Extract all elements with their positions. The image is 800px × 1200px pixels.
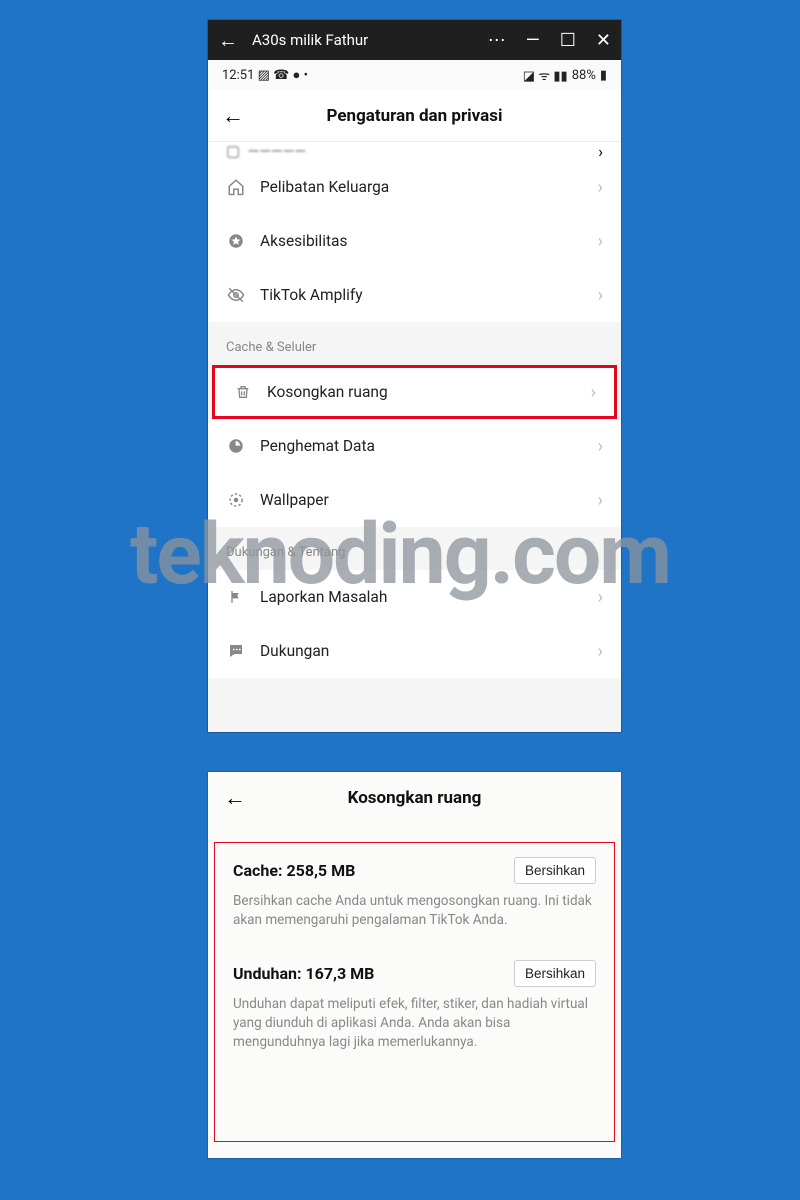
- wallpaper-icon: [226, 490, 246, 510]
- settings-row-partial[interactable]: ▢ ————— ›: [208, 142, 621, 160]
- window-controls: ⋯ — ☐ ✕: [488, 30, 611, 51]
- settings-row-label: Laporkan Masalah: [260, 588, 387, 606]
- settings-scroll[interactable]: ▢ ————— › Pelibatan Keluarga›Aksesibilit…: [208, 142, 621, 732]
- storage-desc: Unduhan dapat meliputi efek, filter, sti…: [233, 995, 596, 1052]
- more-icon[interactable]: ⋯: [488, 30, 506, 51]
- battery-icon: ▮: [600, 68, 607, 83]
- settings-row[interactable]: Laporkan Masalah ›: [208, 570, 621, 624]
- storage-block: Unduhan: 167,3 MB Bersihkan Unduhan dapat …: [233, 960, 596, 1052]
- trash-icon: [233, 382, 253, 402]
- close-icon[interactable]: ✕: [596, 30, 611, 51]
- status-signal-icon: ◪ ᯤ ▮▮: [523, 66, 568, 84]
- status-right: ◪ ᯤ ▮▮ 88% ▮: [523, 66, 607, 84]
- clear-button[interactable]: Bersihkan: [514, 857, 596, 884]
- settings-row-label: Aksesibilitas: [260, 232, 347, 250]
- window-title: A30s milik Fathur: [252, 31, 474, 49]
- status-indicators-icon: ▨ ☎ ● •: [258, 68, 308, 83]
- maximize-icon[interactable]: ☐: [560, 30, 576, 51]
- chevron-right-icon: ›: [598, 490, 603, 511]
- app-header: ← Pengaturan dan privasi: [208, 90, 621, 142]
- chevron-right-icon: ›: [598, 285, 603, 306]
- chat-icon: [226, 641, 246, 661]
- panel-body-highlight: Cache: 258,5 MB Bersihkan Bersihkan cache …: [214, 842, 615, 1142]
- minimize-icon[interactable]: —: [526, 30, 540, 51]
- chevron-right-icon: ›: [598, 436, 603, 457]
- page-title: Pengaturan dan privasi: [222, 106, 607, 126]
- flag-icon: [226, 587, 246, 607]
- settings-row-label: Kosongkan ruang: [267, 383, 388, 401]
- settings-row[interactable]: Kosongkan ruang ›: [212, 365, 617, 419]
- phone-frame: ← A30s milik Fathur ⋯ — ☐ ✕ 12:51 ▨ ☎ ● …: [208, 20, 621, 732]
- data-saver-icon: [226, 436, 246, 456]
- storage-title: Cache: 258,5 MB: [233, 861, 355, 880]
- window-back-icon[interactable]: ←: [218, 28, 238, 53]
- settings-row[interactable]: Wallpaper ›: [208, 473, 621, 527]
- storage-block: Cache: 258,5 MB Bersihkan Bersihkan cache …: [233, 857, 596, 930]
- chevron-right-icon: ›: [591, 382, 596, 403]
- window-titlebar: ← A30s milik Fathur ⋯ — ☐ ✕: [208, 20, 621, 60]
- section-header-cache: Cache & Seluler: [208, 322, 621, 365]
- settings-row[interactable]: TikTok Amplify ›: [208, 268, 621, 322]
- chevron-right-icon: ›: [598, 641, 603, 662]
- settings-row-label: Pelibatan Keluarga: [260, 178, 389, 196]
- chevron-right-icon: ›: [598, 142, 603, 160]
- status-battery: 88%: [572, 68, 596, 83]
- star-icon: [226, 231, 246, 251]
- settings-row-label: TikTok Amplify: [260, 286, 363, 304]
- panel-title: Kosongkan ruang: [224, 788, 605, 808]
- status-left: 12:51 ▨ ☎ ● •: [222, 67, 308, 83]
- section-header-support: Dukungan & Tentang: [208, 527, 621, 570]
- settings-row[interactable]: Penghemat Data ›: [208, 419, 621, 473]
- chevron-right-icon: ›: [598, 177, 603, 198]
- settings-row-label: Dukungan: [260, 642, 329, 660]
- clear-button[interactable]: Bersihkan: [514, 960, 596, 987]
- settings-row-label: Penghemat Data: [260, 437, 375, 455]
- settings-row[interactable]: Pelibatan Keluarga ›: [208, 160, 621, 214]
- free-space-panel: ← Kosongkan ruang Cache: 258,5 MB Bersihk…: [208, 772, 621, 1158]
- storage-title: Unduhan: 167,3 MB: [233, 964, 374, 983]
- home-icon: [226, 177, 246, 197]
- storage-desc: Bersihkan cache Anda untuk mengosongkan …: [233, 892, 596, 930]
- panel-header: ← Kosongkan ruang: [208, 772, 621, 824]
- settings-row[interactable]: Dukungan ›: [208, 624, 621, 678]
- eye-off-icon: [226, 285, 246, 305]
- status-time: 12:51: [222, 68, 254, 83]
- settings-row[interactable]: Aksesibilitas ›: [208, 214, 621, 268]
- settings-row-label: ▢ —————: [226, 142, 306, 160]
- chevron-right-icon: ›: [598, 587, 603, 608]
- phone-statusbar: 12:51 ▨ ☎ ● • ◪ ᯤ ▮▮ 88% ▮: [208, 60, 621, 90]
- settings-row-label: Wallpaper: [260, 491, 329, 509]
- chevron-right-icon: ›: [598, 231, 603, 252]
